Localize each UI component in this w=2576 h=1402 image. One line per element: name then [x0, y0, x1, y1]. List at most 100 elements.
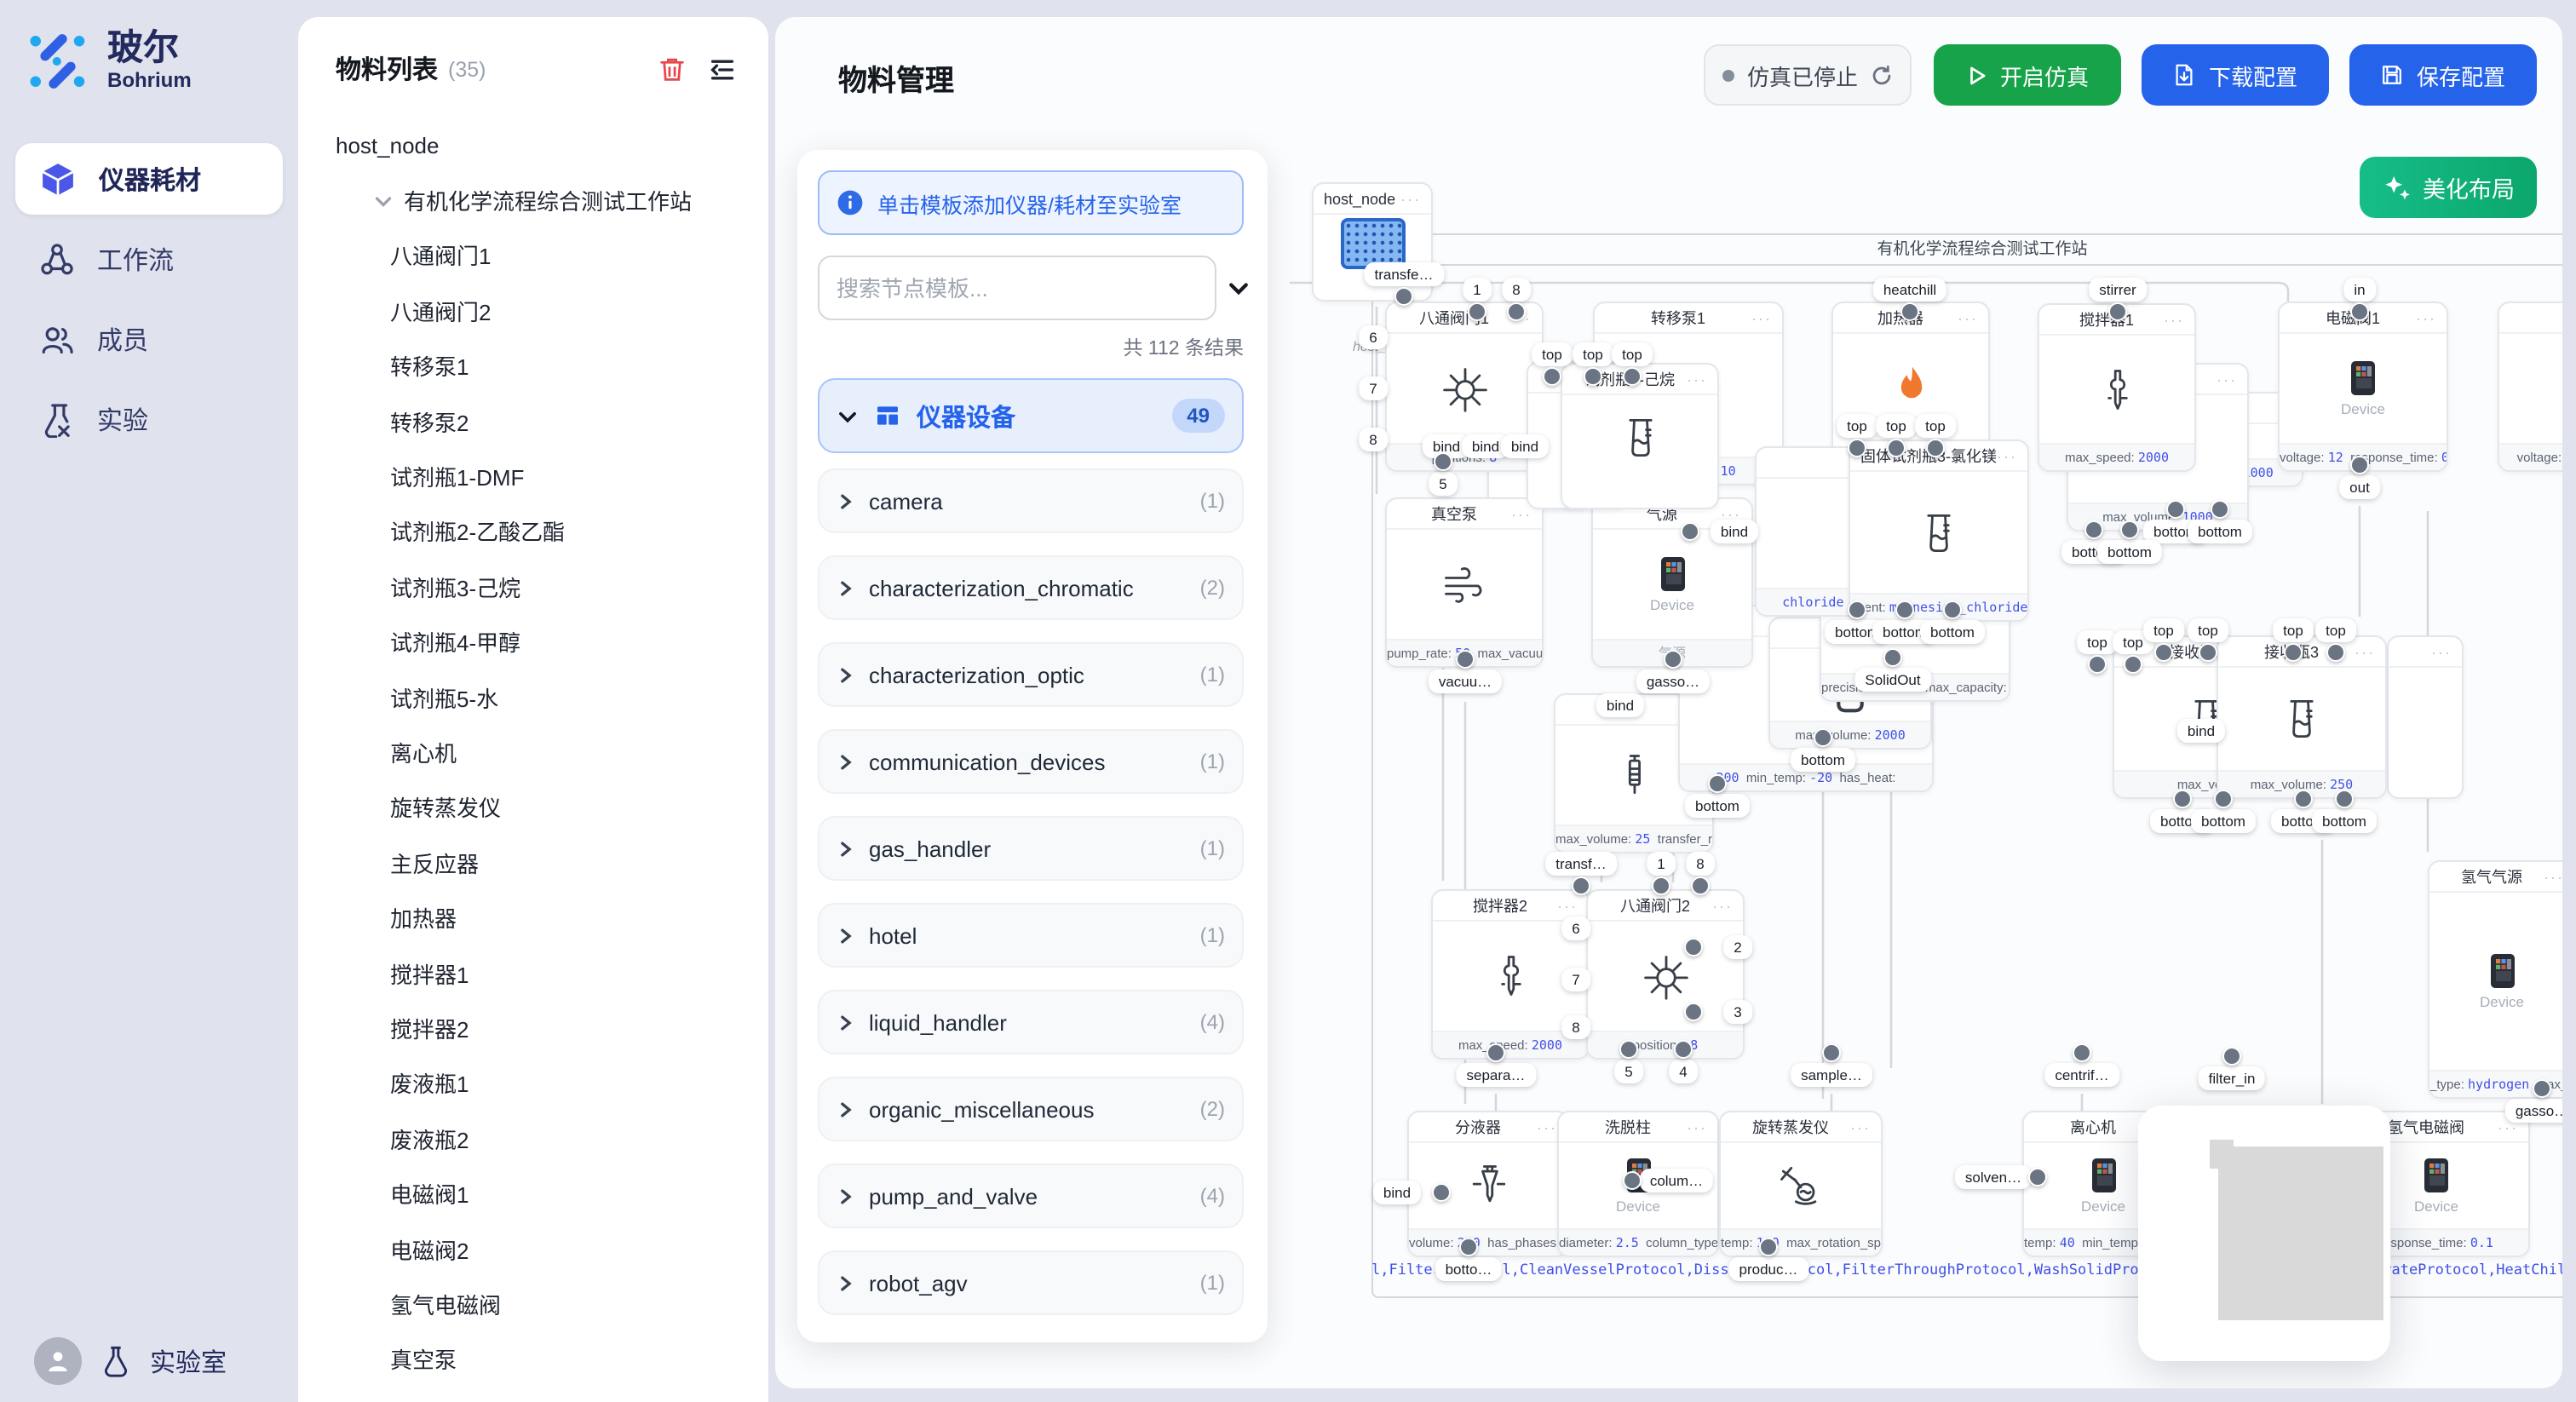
port-handle[interactable]: [1572, 876, 1590, 895]
port-chip-5[interactable]: 5: [1429, 472, 1457, 496]
port-handle[interactable]: [1926, 439, 1945, 457]
port-handle[interactable]: [1814, 728, 1832, 747]
category-communication_devices[interactable]: communication_devices(1): [818, 729, 1244, 794]
tree-item[interactable]: 旋转蒸发仪: [298, 779, 768, 835]
port-chip-8[interactable]: 8: [1502, 278, 1530, 302]
port-chip-SolidOut[interactable]: SolidOut: [1854, 668, 1930, 692]
tree-item[interactable]: 八通阀门2: [298, 283, 768, 338]
node-menu-icon[interactable]: ···: [2217, 371, 2237, 388]
port-chip-top[interactable]: top: [1915, 414, 1956, 438]
tree-item[interactable]: 转移泵1: [298, 338, 768, 394]
port-handle[interactable]: [2028, 1168, 2047, 1187]
tree-item[interactable]: 离心机: [298, 725, 768, 780]
port-handle[interactable]: [1623, 1171, 1642, 1190]
port-handle[interactable]: [1459, 1238, 1478, 1256]
node-menu-icon[interactable]: ···: [1850, 1118, 1871, 1135]
beautify-layout-button[interactable]: 美化布局: [2360, 157, 2537, 218]
port-handle[interactable]: [1468, 302, 1486, 321]
port-chip-bind[interactable]: bind: [1501, 434, 1549, 458]
port-chip-top[interactable]: top: [2143, 618, 2184, 642]
section-instruments[interactable]: 仪器设备 49: [818, 378, 1244, 453]
port-handle[interactable]: [2533, 1079, 2551, 1098]
tree-item[interactable]: 试剂瓶2-乙酸乙酯: [298, 503, 768, 559]
user-avatar[interactable]: [34, 1337, 82, 1385]
tree-item[interactable]: 加热器: [298, 890, 768, 945]
port-chip-sample[interactable]: sample…: [1791, 1063, 1872, 1087]
port-handle[interactable]: [2350, 302, 2369, 321]
category-gas_handler[interactable]: gas_handler(1): [818, 816, 1244, 881]
node-menu-icon[interactable]: ···: [2416, 309, 2436, 326]
port-chip-bottom[interactable]: bottom: [2312, 809, 2377, 833]
tree-item[interactable]: 八通阀门1: [298, 228, 768, 284]
port-chip-centrif[interactable]: centrif…: [2044, 1063, 2119, 1087]
port-handle[interactable]: [1691, 876, 1710, 895]
tree-item-host-node[interactable]: host_node: [298, 118, 768, 173]
port-handle[interactable]: [1664, 650, 1682, 669]
tree-item[interactable]: 真空泵: [298, 1331, 768, 1387]
port-chip-8[interactable]: 8: [1561, 1015, 1590, 1039]
port-chip-8[interactable]: 8: [1686, 852, 1714, 876]
port-chip-bottom[interactable]: bottom: [2191, 809, 2256, 833]
port-chip-transfe[interactable]: transfe…: [1365, 262, 1444, 286]
flow-node-reagent-bottle-3[interactable]: 试剂瓶3-己烷···: [1561, 363, 1719, 509]
port-chip-heatchill[interactable]: heatchill: [1873, 278, 1946, 302]
tree-item-workstation[interactable]: 有机化学流程综合测试工作站: [298, 173, 768, 228]
tree-item[interactable]: 氢气电磁阀: [298, 1276, 768, 1331]
simulation-status-button[interactable]: 仿真已停止: [1704, 44, 1912, 106]
flow-node-separator[interactable]: 分液器···volume: 250 has_phases: true: [1407, 1111, 1569, 1257]
node-menu-icon[interactable]: ···: [2164, 311, 2184, 328]
flow-node-h2-gas-source[interactable]: 氢气气源···Device_type: hydrogen max_pre:: [2428, 860, 2562, 1099]
port-chip-top[interactable]: top: [1573, 342, 1613, 366]
port-handle[interactable]: [2173, 790, 2192, 808]
flow-node-side-card[interactable]: ···: [2387, 635, 2464, 799]
port-handle[interactable]: [1652, 876, 1670, 895]
tree-item[interactable]: 试剂瓶3-己烷: [298, 559, 768, 614]
node-menu-icon[interactable]: ···: [1400, 190, 1421, 207]
port-chip-separa[interactable]: separa…: [1457, 1063, 1536, 1087]
node-menu-icon[interactable]: ···: [1557, 897, 1578, 914]
tree-item[interactable]: 搅拌器1: [298, 945, 768, 1001]
port-handle[interactable]: [2124, 655, 2142, 674]
collapse-list-icon[interactable]: [707, 54, 738, 84]
tree-item[interactable]: 试剂瓶4-甲醇: [298, 614, 768, 669]
port-handle[interactable]: [1394, 287, 1413, 306]
node-menu-icon[interactable]: ···: [1687, 371, 1707, 388]
flow-node-stirrer-1[interactable]: 搅拌器1···max_speed: 2000: [2038, 303, 2196, 472]
port-chip-2[interactable]: 2: [1723, 935, 1751, 959]
port-handle[interactable]: [2088, 655, 2107, 674]
flow-node-receive-bottle-3[interactable]: 接收瓶3···max_volume: 250: [2217, 635, 2387, 799]
port-chip-bottom[interactable]: bottom: [1791, 748, 1855, 772]
sidebar-item-flow[interactable]: 工作流: [15, 225, 283, 295]
node-menu-icon[interactable]: ···: [1958, 309, 1978, 326]
category-organic_miscellaneous[interactable]: organic_miscellaneous(2): [818, 1077, 1244, 1141]
port-handle[interactable]: [2335, 790, 2354, 808]
port-handle[interactable]: [2294, 790, 2313, 808]
download-config-button[interactable]: 下载配置: [2142, 44, 2329, 106]
port-handle[interactable]: [1759, 1238, 1778, 1256]
tree-item[interactable]: 电磁阀2: [298, 1221, 768, 1277]
port-handle[interactable]: [1848, 600, 1866, 619]
port-handle[interactable]: [2222, 1047, 2241, 1066]
port-chip-6[interactable]: 6: [1561, 916, 1590, 940]
port-chip-gasso[interactable]: gasso…: [2505, 1099, 2562, 1123]
category-pump_and_valve[interactable]: pump_and_valve(4): [818, 1164, 1244, 1228]
port-handle[interactable]: [1887, 439, 1906, 457]
port-chip-7[interactable]: 7: [1561, 968, 1590, 991]
port-chip-bottom[interactable]: bottom: [2097, 540, 2162, 564]
port-handle[interactable]: [2214, 790, 2233, 808]
port-chip-bind[interactable]: bind: [1711, 520, 1758, 543]
category-camera[interactable]: camera(1): [818, 468, 1244, 533]
port-handle[interactable]: [2120, 520, 2139, 539]
port-chip-1[interactable]: 1: [1647, 852, 1675, 876]
port-handle[interactable]: [1822, 1043, 1841, 1062]
port-chip-out[interactable]: out: [2339, 475, 2380, 499]
node-menu-icon[interactable]: ···: [2431, 643, 2452, 660]
delete-icon[interactable]: [658, 55, 687, 83]
port-handle[interactable]: [1708, 774, 1727, 793]
sidebar-item-cube[interactable]: 仪器耗材: [15, 143, 283, 215]
port-chip-colum[interactable]: colum…: [1640, 1169, 1713, 1192]
node-menu-icon[interactable]: ···: [1751, 309, 1772, 326]
port-handle[interactable]: [1681, 522, 1699, 541]
port-chip-top[interactable]: top: [1612, 342, 1653, 366]
port-handle[interactable]: [1895, 600, 1914, 619]
